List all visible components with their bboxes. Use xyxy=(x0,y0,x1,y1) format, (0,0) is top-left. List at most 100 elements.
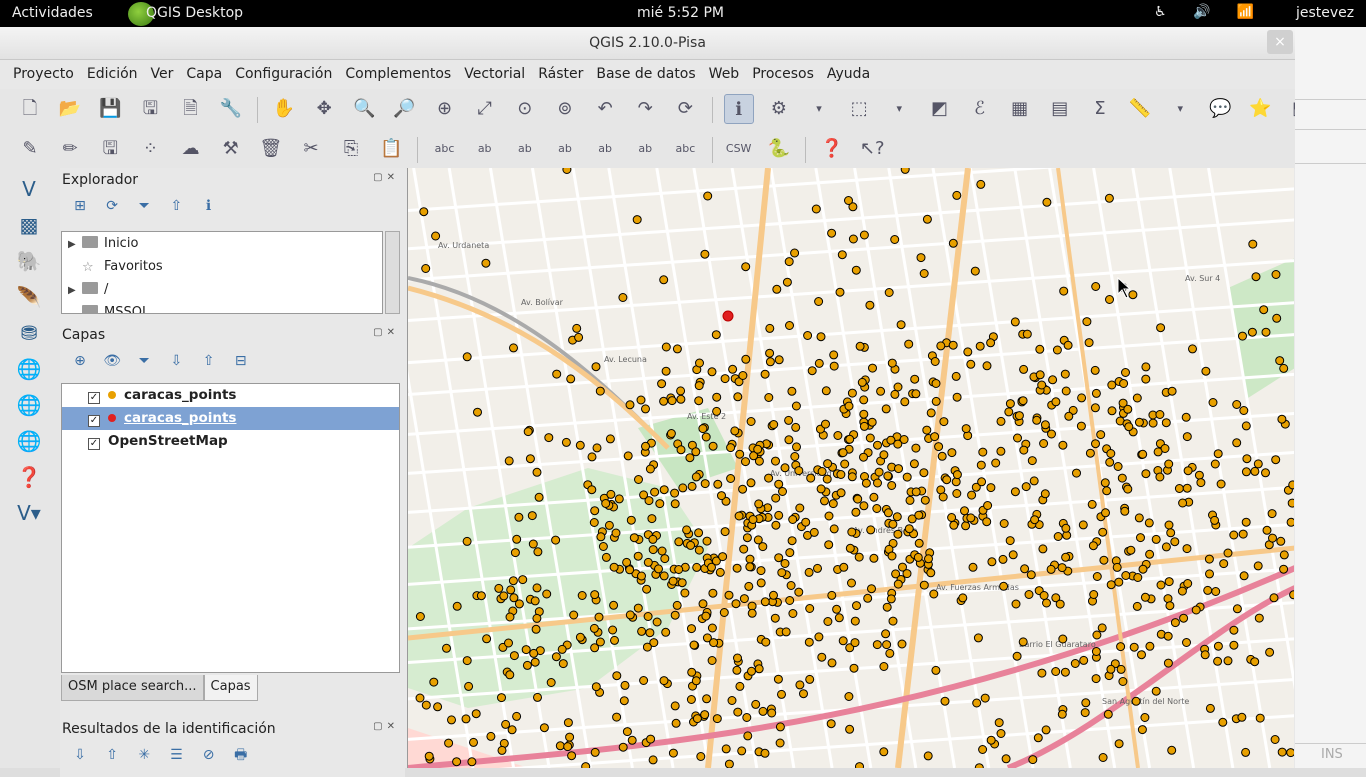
scrollbar[interactable] xyxy=(385,231,400,314)
tree-item[interactable]: ▶ / xyxy=(62,278,382,301)
float-close-buttons[interactable]: ▢✕ xyxy=(373,172,399,183)
delete-selected-icon[interactable]: 🗑 xyxy=(256,134,286,164)
user-menu[interactable]: jestevez xyxy=(1296,5,1354,21)
run-feature-action-icon[interactable]: ⚙ xyxy=(764,94,794,124)
properties-icon[interactable]: ℹ xyxy=(198,195,220,217)
add-raster-layer-icon[interactable]: ▩ xyxy=(14,210,44,240)
identify-features-icon[interactable]: ℹ xyxy=(723,94,754,124)
add-spatialite-layer-icon[interactable]: 🪶 xyxy=(14,282,44,312)
add-mssql-layer-icon[interactable]: ⛃ xyxy=(14,318,44,348)
expand-arrow-icon[interactable]: ▶ xyxy=(68,279,82,302)
collapse-icon[interactable]: ⇧ xyxy=(101,744,123,766)
refresh-icon[interactable]: ⟳ xyxy=(670,94,700,124)
save-as-icon[interactable]: 🖫 xyxy=(135,94,165,124)
field-calculator-icon[interactable]: ▤ xyxy=(1045,94,1075,124)
expand-arrow-icon[interactable]: ▶ xyxy=(68,233,82,256)
menu-proyecto[interactable]: Proyecto xyxy=(8,60,79,82)
print-icon[interactable]: 🖶 xyxy=(230,744,252,766)
whats-this-icon[interactable]: ↖? xyxy=(857,134,887,164)
csw-icon[interactable]: CSW xyxy=(724,134,754,164)
deselect-all-icon[interactable]: ◩ xyxy=(924,94,954,124)
zoom-to-selection-icon[interactable]: ⊙ xyxy=(510,94,540,124)
menu-capa[interactable]: Capa xyxy=(181,60,227,82)
change-label-icon[interactable]: abc xyxy=(670,134,700,164)
chevron-down-icon[interactable]: ▾ xyxy=(1165,94,1195,124)
new-shapefile-icon[interactable]: V▾ xyxy=(14,498,44,528)
add-wfs-layer-icon[interactable]: 🌐 xyxy=(14,426,44,456)
move-label-icon[interactable]: ab xyxy=(590,134,620,164)
layer-visibility-checkbox[interactable]: ✓ xyxy=(88,438,100,450)
layer-labeling-icon[interactable]: ab xyxy=(470,134,500,164)
expand-new-icon[interactable]: ✳ xyxy=(133,744,155,766)
add-group-icon[interactable]: ⊕ xyxy=(69,350,91,372)
app-menu[interactable]: QGIS Desktop xyxy=(146,5,243,21)
show-bookmarks-icon[interactable]: ⬒ xyxy=(1286,94,1295,124)
cut-features-icon[interactable]: ✂ xyxy=(296,134,326,164)
tab-osm-search[interactable]: OSM place search... xyxy=(61,675,204,701)
save-project-icon[interactable]: 💾 xyxy=(95,94,125,124)
pin-labels-icon[interactable]: ab xyxy=(510,134,540,164)
pan-icon[interactable]: ✋ xyxy=(269,94,299,124)
menu-complementos[interactable]: Complementos xyxy=(340,60,456,82)
float-close-buttons[interactable]: ▢✕ xyxy=(373,721,399,732)
layer-visibility-checkbox[interactable]: ✓ xyxy=(88,415,100,427)
help-contents-icon[interactable]: ❓ xyxy=(817,134,847,164)
chevron-down-icon[interactable]: ▾ xyxy=(804,94,834,124)
add-vector-layer-icon[interactable]: V xyxy=(14,174,44,204)
float-close-buttons[interactable]: ▢✕ xyxy=(373,327,399,338)
current-edits-icon[interactable]: ✎ xyxy=(15,134,45,164)
show-hide-labels-icon[interactable]: ab xyxy=(550,134,580,164)
rotate-label-icon[interactable]: ab xyxy=(630,134,660,164)
save-layer-edits-icon[interactable]: 🖫 xyxy=(95,134,125,164)
menu-web[interactable]: Web xyxy=(704,60,745,82)
zoom-in-icon[interactable]: 🔍 xyxy=(349,94,379,124)
label-tool-icon[interactable]: abc xyxy=(430,134,460,164)
menu-edici-n[interactable]: Edición xyxy=(82,60,143,82)
add-feature-icon[interactable]: ⁘ xyxy=(135,134,165,164)
clock[interactable]: mié 5:52 PM xyxy=(637,5,724,21)
zoom-next-icon[interactable]: ↷ xyxy=(630,94,660,124)
layer-item[interactable]: ✓ OpenStreetMap xyxy=(62,430,399,453)
select-features-icon[interactable]: ⬚ xyxy=(844,94,874,124)
toggle-editing-icon[interactable]: ✏ xyxy=(55,134,85,164)
node-tool-icon[interactable]: ⚒ xyxy=(216,134,246,164)
clear-results-icon[interactable]: ⊘ xyxy=(198,744,220,766)
filter-legend-icon[interactable]: ⏷ xyxy=(133,350,155,372)
visibility-icon[interactable]: 👁 xyxy=(101,350,123,372)
map-tips-icon[interactable]: 💬 xyxy=(1205,94,1235,124)
tree-item[interactable]: MSSQL xyxy=(62,301,382,313)
activities-button[interactable]: Actividades xyxy=(12,5,93,21)
add-delimited-text-icon[interactable]: ❓ xyxy=(14,462,44,492)
remove-layer-icon[interactable]: ⊟ xyxy=(230,350,252,372)
close-button[interactable]: × xyxy=(1267,30,1293,54)
pan-to-selection-icon[interactable]: ✥ xyxy=(309,94,339,124)
python-console-icon[interactable]: 🐍 xyxy=(764,134,794,164)
paste-features-icon[interactable]: 📋 xyxy=(376,134,406,164)
new-project-icon[interactable]: 🗋 xyxy=(15,94,45,124)
menu-procesos[interactable]: Procesos xyxy=(747,60,819,82)
measure-line-icon[interactable]: 📏 xyxy=(1125,94,1155,124)
add-postgis-layer-icon[interactable]: 🐘 xyxy=(14,246,44,276)
collapse-all-icon[interactable]: ⇧ xyxy=(198,350,220,372)
composer-manager-icon[interactable]: 🔧 xyxy=(216,94,246,124)
menu-vectorial[interactable]: Vectorial xyxy=(459,60,530,82)
menu-r-ster[interactable]: Ráster xyxy=(533,60,588,82)
select-by-expression-icon[interactable]: ℰ xyxy=(965,94,995,124)
attribute-table-icon[interactable]: ▦ xyxy=(1005,94,1035,124)
open-form-icon[interactable]: ☰ xyxy=(165,744,187,766)
new-print-composer-icon[interactable]: 🗎 xyxy=(176,94,206,124)
menu-ayuda[interactable]: Ayuda xyxy=(822,60,875,82)
collapse-all-icon[interactable]: ⇧ xyxy=(165,195,187,217)
wifi-icon[interactable]: 📶 xyxy=(1237,4,1254,20)
menu-configuraci-n[interactable]: Configuración xyxy=(230,60,337,82)
add-selected-icon[interactable]: ⊞ xyxy=(69,195,91,217)
add-wms-layer-icon[interactable]: 🌐 xyxy=(14,354,44,384)
map-canvas[interactable]: Av. Urdaneta Av. Bolívar Av. Lecuna Av. Est… xyxy=(407,168,1294,768)
zoom-out-icon[interactable]: 🔎 xyxy=(389,94,419,124)
menu-ver[interactable]: Ver xyxy=(146,60,179,82)
menu-base-de-datos[interactable]: Base de datos xyxy=(591,60,700,82)
move-feature-icon[interactable]: ☁ xyxy=(176,134,206,164)
browser-tree[interactable]: ▶ Inicio ☆ Favoritos ▶ / MSSQL xyxy=(61,231,383,314)
open-project-icon[interactable]: 📂 xyxy=(55,94,85,124)
volume-icon[interactable]: 🔊 xyxy=(1193,4,1210,20)
